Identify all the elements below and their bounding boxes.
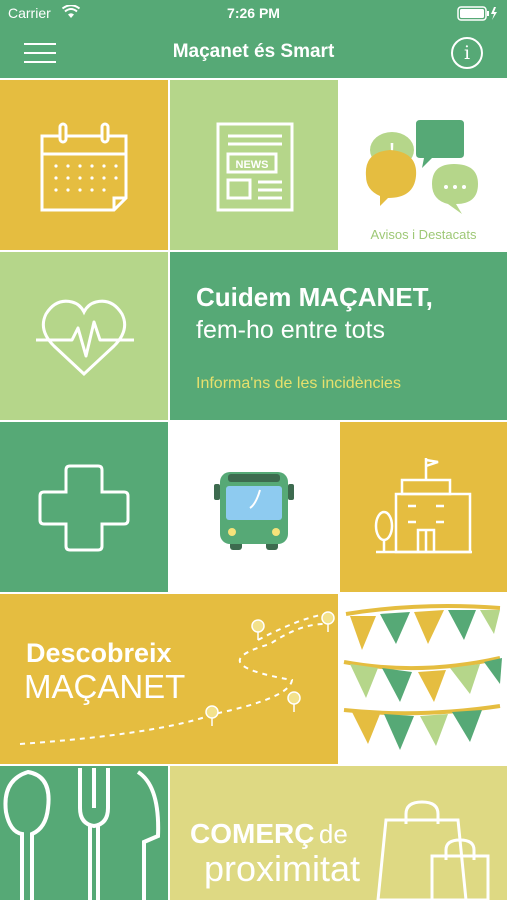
transport-tile[interactable] (170, 422, 338, 592)
nav-bar: Maçanet és Smart i (0, 27, 507, 78)
news-tile[interactable]: NEWS (170, 80, 338, 250)
town-hall-tile[interactable] (340, 422, 507, 592)
heart-pulse-icon (36, 299, 134, 377)
comerc-tile[interactable]: COMERÇ de proximitat (170, 766, 507, 900)
cuidem-link: Informa'ns de les incidències (196, 375, 401, 392)
bus-icon (214, 472, 294, 550)
comerc-bold: COMERÇ (190, 818, 315, 849)
medical-cross-icon (38, 464, 130, 552)
clock: 7:26 PM (227, 5, 280, 21)
town-hall-icon (374, 458, 472, 554)
battery-icon (457, 6, 497, 21)
status-bar: Carrier 7:26 PM (0, 0, 507, 27)
avisos-label: Avisos i Destacats (370, 227, 477, 242)
descobreix-tile[interactable]: Descobreix MAÇANET (0, 594, 338, 764)
agenda-tile[interactable] (0, 80, 168, 250)
page-title: Maçanet és Smart (172, 41, 335, 62)
health-tile[interactable] (0, 252, 168, 420)
restaurants-tile[interactable] (0, 766, 168, 900)
descobreix-line2: MAÇANET (24, 668, 186, 705)
cuidem-tile[interactable]: Cuidem MAÇANET, fem-ho entre tots Inform… (170, 252, 507, 420)
newspaper-icon: NEWS (216, 122, 294, 212)
chat-bubbles-icon: ! (365, 120, 478, 214)
comerc-line2: proximitat (204, 848, 361, 889)
cutlery-icon (3, 768, 161, 900)
cuidem-subtitle: fem-ho entre tots (196, 316, 385, 344)
info-icon[interactable]: i (451, 37, 483, 69)
cuidem-title: Cuidem MAÇANET, (196, 282, 433, 312)
news-label: NEWS (236, 159, 269, 171)
calendar-icon (40, 122, 128, 212)
health-services-tile[interactable] (0, 422, 168, 592)
comerc-rest: de (318, 819, 348, 849)
bunting-icon (343, 604, 502, 750)
descobreix-line1: Descobreix (26, 638, 172, 668)
comerc-line1: COMERÇ de (190, 818, 348, 850)
avisos-tile[interactable]: ! Avisos i Destacats (340, 80, 507, 250)
festes-tile[interactable] (340, 594, 507, 764)
